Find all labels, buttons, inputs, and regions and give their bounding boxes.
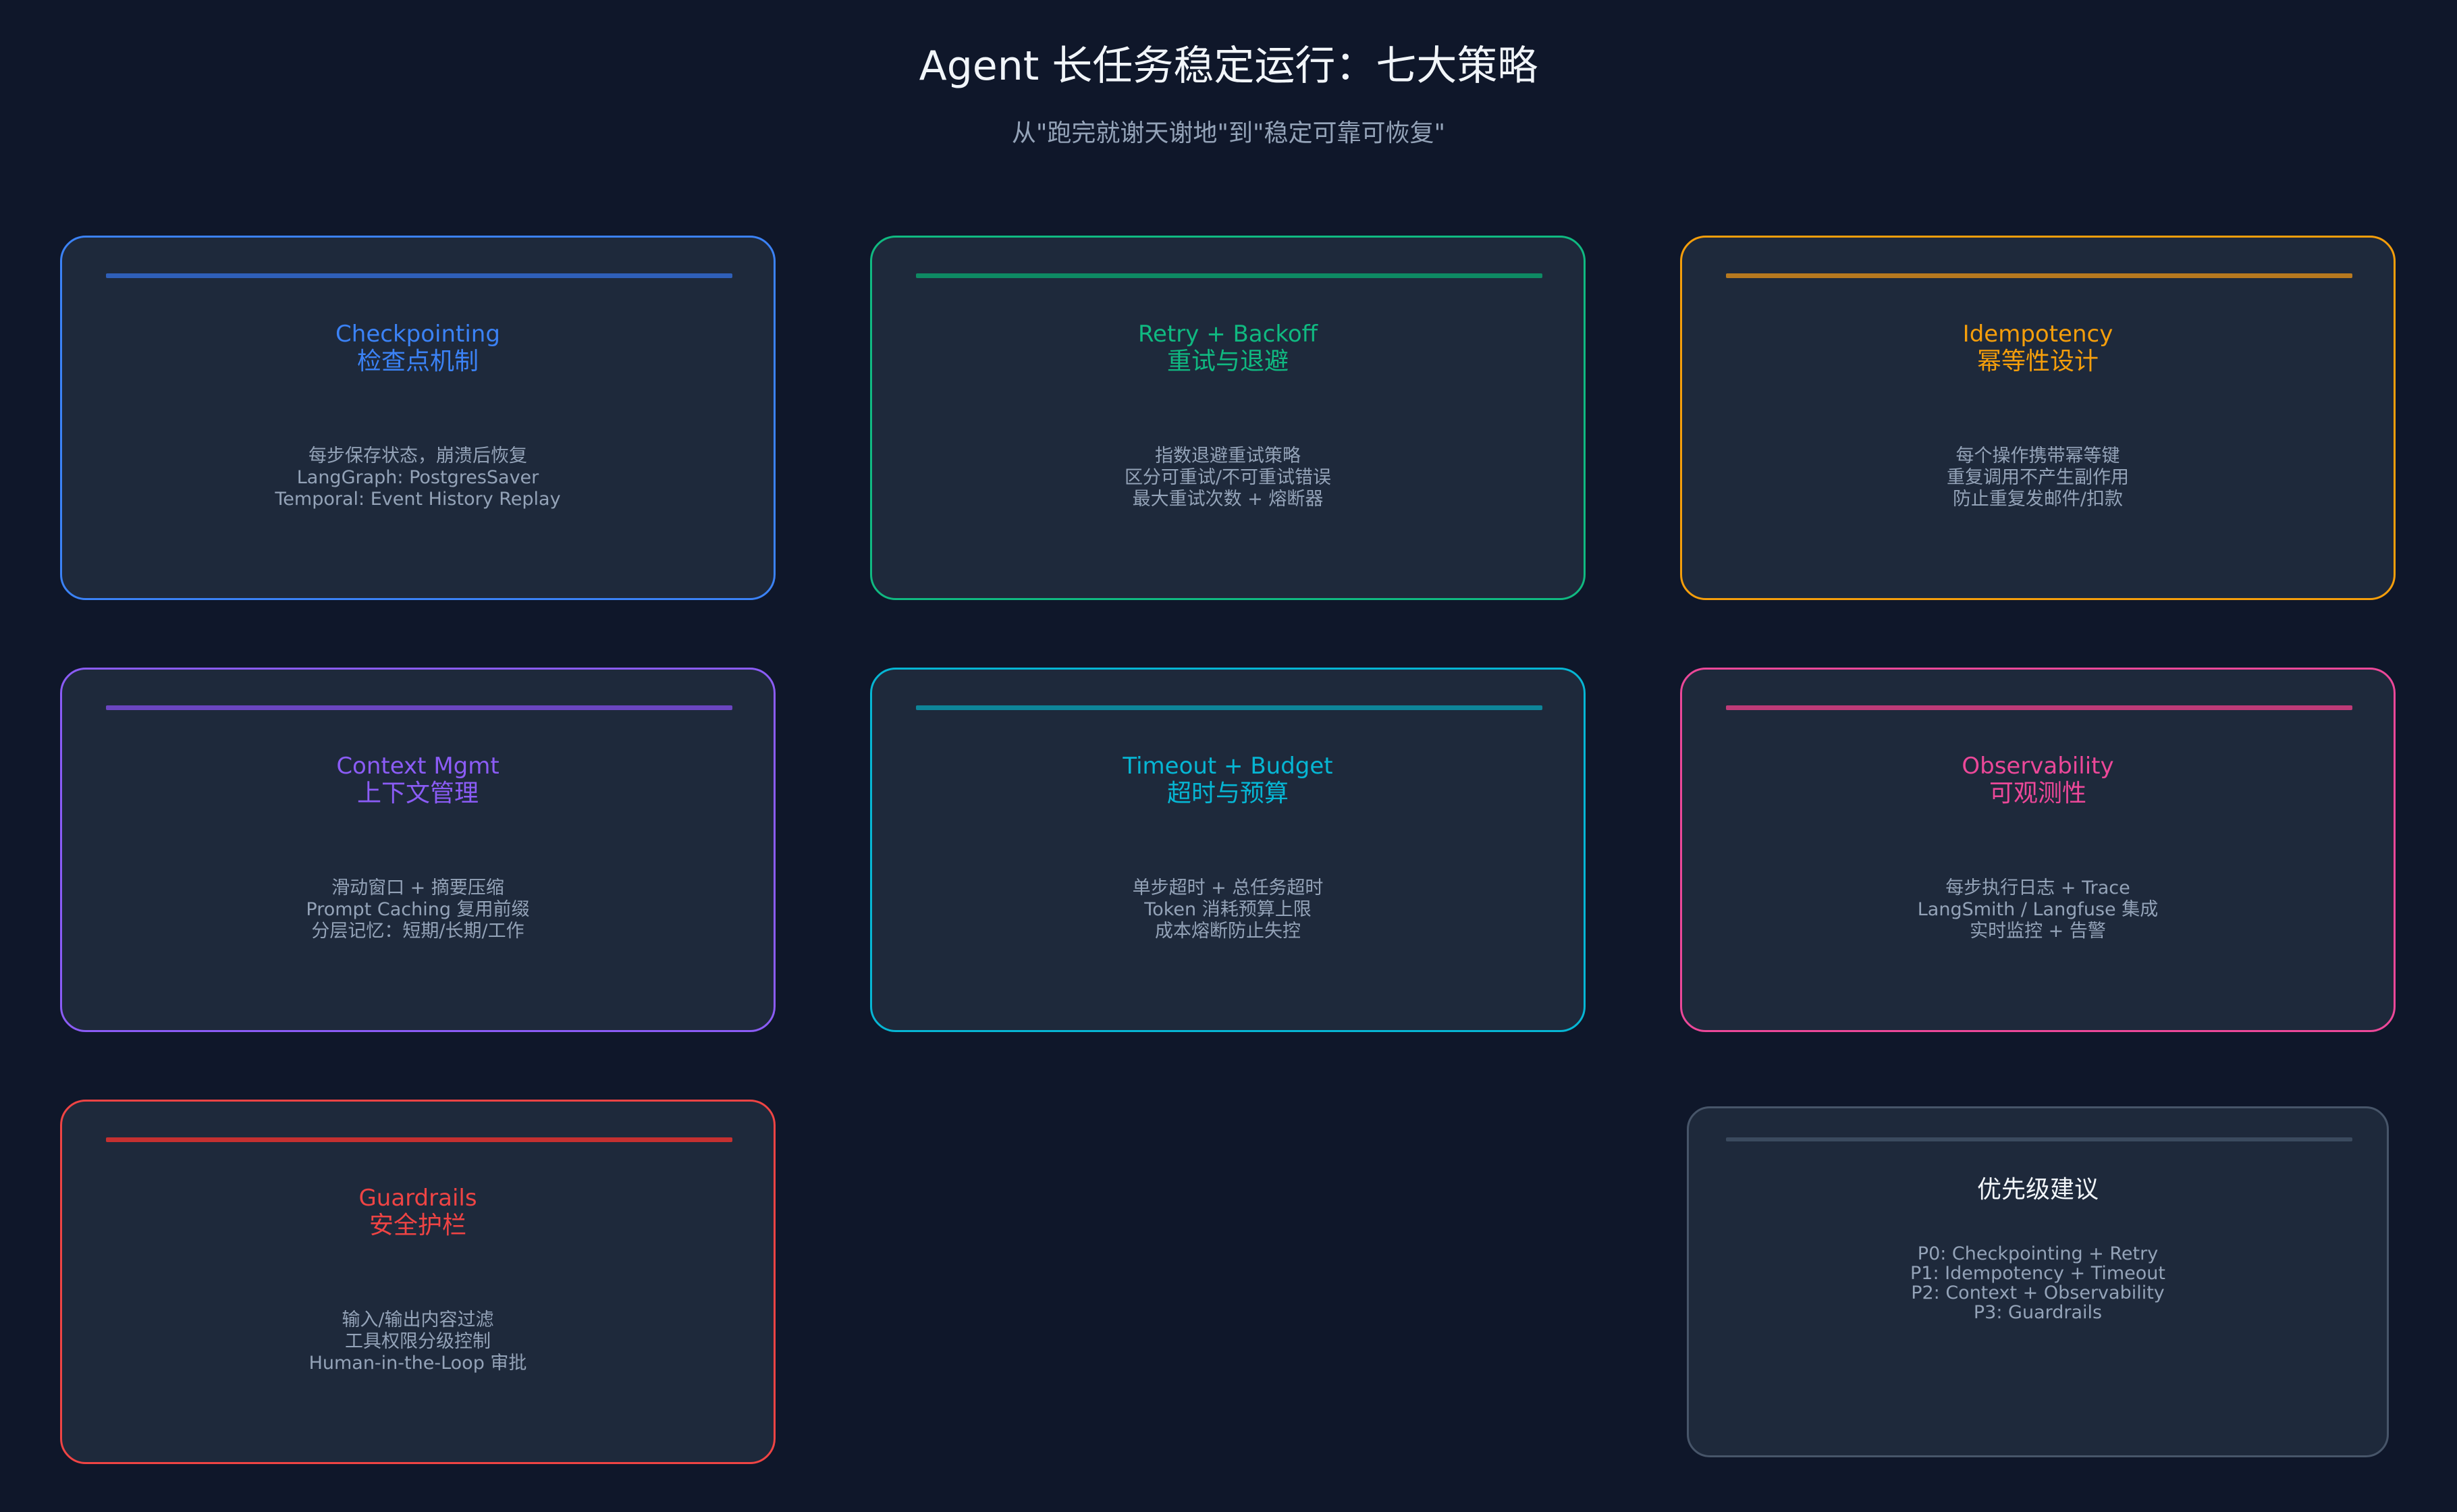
card-retry-backoff: Retry + Backoff 重试与退避 指数退避重试策略 区分可重试/不可重… xyxy=(870,236,1586,600)
card-line: 滑动窗口 + 摘要压缩 xyxy=(331,878,504,898)
priority-accent-bar xyxy=(1726,1137,2352,1141)
card-accent-bar xyxy=(1726,705,2352,710)
card-line: Prompt Caching 复用前缀 xyxy=(306,899,530,920)
card-accent-bar xyxy=(916,705,1542,710)
card-line: 每个操作携带幂等键 xyxy=(1955,446,2120,466)
card-line: Human-in-the-Loop 审批 xyxy=(308,1353,527,1374)
page-title: Agent 长任务稳定运行：七大策略 xyxy=(919,43,1538,90)
card-title-zh: 检查点机制 xyxy=(356,348,479,375)
card-description: 每步执行日志 + Trace LangSmith / Langfuse 集成 实… xyxy=(1682,878,2394,942)
card-timeout-budget: Timeout + Budget 超时与预算 单步超时 + 总任务超时 Toke… xyxy=(870,668,1586,1032)
card-accent-bar xyxy=(916,273,1542,278)
card-title-zh: 重试与退避 xyxy=(1166,348,1289,375)
card-line: 成本熔断防止失控 xyxy=(1155,921,1301,942)
card-accent-bar xyxy=(106,705,732,710)
card-description: 每步保存状态，崩溃后恢复 LangGraph: PostgresSaver Te… xyxy=(62,446,774,510)
card-line: 单步超时 + 总任务超时 xyxy=(1132,878,1324,898)
card-line: 工具权限分级控制 xyxy=(345,1331,491,1352)
card-line: Temporal: Event History Replay xyxy=(275,489,561,510)
card-line: 指数退避重试策略 xyxy=(1155,446,1301,466)
card-line: 每步执行日志 + Trace xyxy=(1945,878,2130,898)
card-line: LangGraph: PostgresSaver xyxy=(296,467,539,488)
card-title-zh: 幂等性设计 xyxy=(1976,348,2099,375)
card-line: 区分可重试/不可重试错误 xyxy=(1124,467,1332,488)
card-line: 最大重试次数 + 熔断器 xyxy=(1132,489,1324,510)
card-line: Token 消耗预算上限 xyxy=(1144,899,1312,920)
card-observability: Observability 可观测性 每步执行日志 + Trace LangSm… xyxy=(1680,668,2396,1032)
card-accent-bar xyxy=(106,273,732,278)
priority-card: 优先级建议 P0: Checkpointing + Retry P1: Idem… xyxy=(1687,1106,2389,1457)
card-title-zh: 超时与预算 xyxy=(1166,780,1289,807)
card-title-en: Observability xyxy=(1962,753,2114,780)
card-context-mgmt: Context Mgmt 上下文管理 滑动窗口 + 摘要压缩 Prompt Ca… xyxy=(60,668,776,1032)
card-description: 输入/输出内容过滤 工具权限分级控制 Human-in-the-Loop 审批 xyxy=(62,1310,774,1374)
card-line: 分层记忆：短期/长期/工作 xyxy=(311,921,524,942)
page-subtitle: 从"跑完就谢天谢地"到"稳定可靠可恢复" xyxy=(1011,119,1446,147)
card-accent-bar xyxy=(106,1137,732,1142)
card-line: 每步保存状态，崩溃后恢复 xyxy=(308,446,527,466)
card-line: 防止重复发邮件/扣款 xyxy=(1952,489,2124,510)
card-title-en: Checkpointing xyxy=(335,321,500,348)
priority-item: P1: Idempotency + Timeout xyxy=(1910,1263,2166,1284)
card-title-en: Context Mgmt xyxy=(336,753,500,780)
card-description: 指数退避重试策略 区分可重试/不可重试错误 最大重试次数 + 熔断器 xyxy=(872,446,1584,510)
card-line: 实时监控 + 告警 xyxy=(1970,921,2106,942)
card-description: 每个操作携带幂等键 重复调用不产生副作用 防止重复发邮件/扣款 xyxy=(1682,446,2394,510)
card-line: LangSmith / Langfuse 集成 xyxy=(1917,899,2159,920)
card-title-en: Timeout + Budget xyxy=(1123,753,1333,780)
card-description: 单步超时 + 总任务超时 Token 消耗预算上限 成本熔断防止失控 xyxy=(872,878,1584,942)
card-description: 滑动窗口 + 摘要压缩 Prompt Caching 复用前缀 分层记忆：短期/… xyxy=(62,878,774,942)
card-title-zh: 上下文管理 xyxy=(356,780,479,807)
card-line: 输入/输出内容过滤 xyxy=(342,1310,494,1330)
card-title-zh: 可观测性 xyxy=(1989,780,2086,807)
priority-item: P3: Guardrails xyxy=(1973,1302,2103,1323)
card-checkpointing: Checkpointing 检查点机制 每步保存状态，崩溃后恢复 LangGra… xyxy=(60,236,776,600)
card-title-en: Retry + Backoff xyxy=(1137,321,1318,348)
card-guardrails: Guardrails 安全护栏 输入/输出内容过滤 工具权限分级控制 Human… xyxy=(60,1100,776,1464)
card-line: 重复调用不产生副作用 xyxy=(1947,467,2129,488)
priority-list: P0: Checkpointing + Retry P1: Idempotenc… xyxy=(1689,1244,2387,1322)
card-idempotency: Idempotency 幂等性设计 每个操作携带幂等键 重复调用不产生副作用 防… xyxy=(1680,236,2396,600)
card-accent-bar xyxy=(1726,273,2352,278)
card-title-zh: 安全护栏 xyxy=(369,1212,466,1239)
priority-title: 优先级建议 xyxy=(1976,1176,2099,1204)
priority-item: P2: Context + Observability xyxy=(1911,1282,2165,1303)
card-title-en: Idempotency xyxy=(1962,321,2113,348)
card-title-en: Guardrails xyxy=(358,1185,477,1212)
priority-item: P0: Checkpointing + Retry xyxy=(1917,1243,2159,1264)
